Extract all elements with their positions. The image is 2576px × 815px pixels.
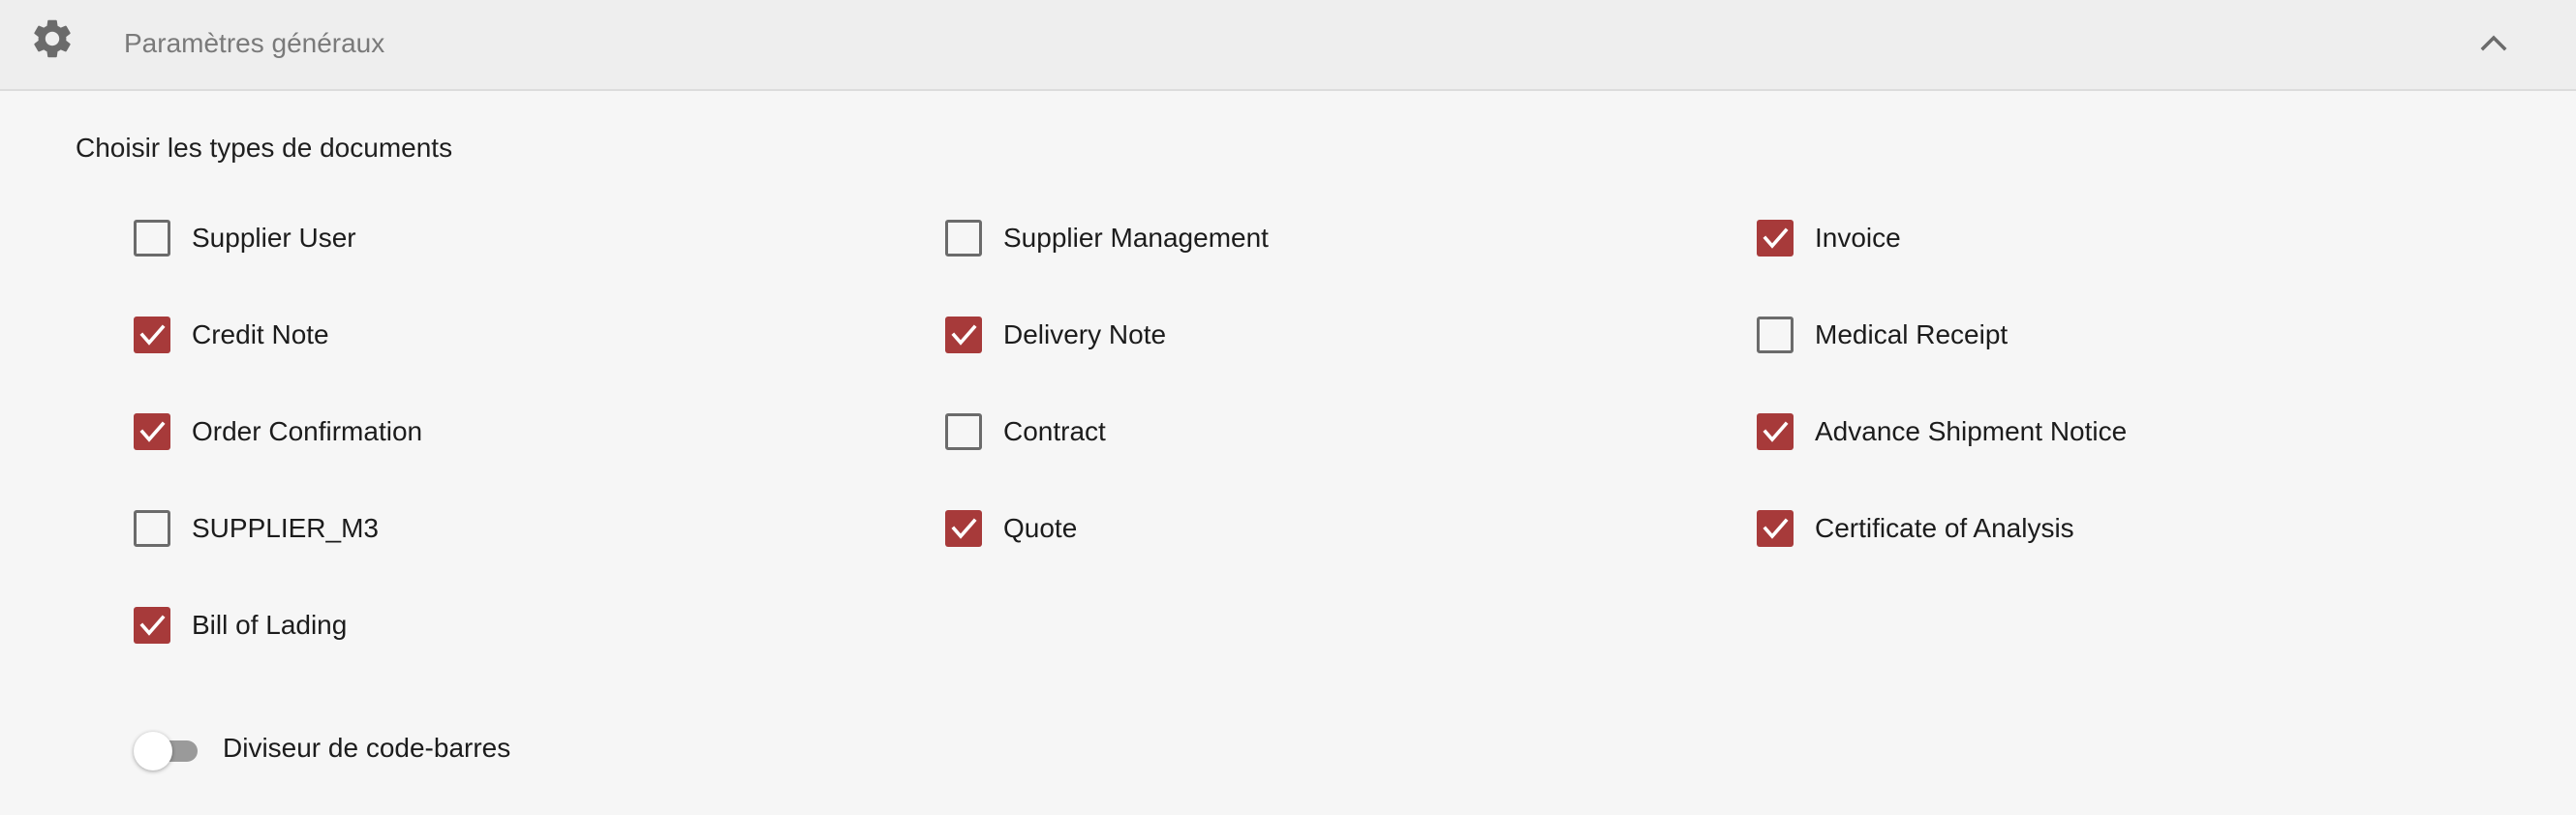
checkbox-unchecked[interactable] bbox=[945, 220, 982, 257]
checkbox-label: Delivery Note bbox=[1003, 319, 1167, 349]
checkbox-label: Contract bbox=[1003, 416, 1106, 446]
checkbox-unchecked[interactable] bbox=[945, 413, 982, 450]
barcode-splitter-toggle[interactable] bbox=[134, 732, 201, 770]
checkbox-label: SUPPLIER_M3 bbox=[192, 513, 379, 543]
checkmark-icon bbox=[139, 421, 166, 442]
gear-icon bbox=[34, 19, 71, 58]
checkbox-label: Advance Shipment Notice bbox=[1815, 416, 2128, 446]
checkbox-item-invoice[interactable]: Invoice bbox=[1757, 219, 1901, 257]
checkbox-checked[interactable] bbox=[134, 607, 170, 644]
checkbox-unchecked[interactable] bbox=[134, 510, 170, 547]
checkbox-label: Bill of Lading bbox=[192, 610, 348, 640]
panel-title: Paramètres généraux bbox=[124, 28, 385, 58]
checkbox-item-certificate-of-analysis[interactable]: Certificate of Analysis bbox=[1757, 509, 2074, 548]
checkbox-checked[interactable] bbox=[134, 413, 170, 450]
checkmark-icon bbox=[1763, 421, 1789, 442]
settings-panel-header[interactable]: Paramètres généraux bbox=[0, 0, 2576, 91]
checkbox-item-bill-of-lading[interactable]: Bill of Lading bbox=[134, 606, 347, 645]
checkmark-icon bbox=[1763, 227, 1789, 249]
checkmark-icon bbox=[1763, 518, 1789, 539]
checkbox-label: Supplier User bbox=[192, 223, 356, 253]
toggle-thumb bbox=[134, 732, 172, 770]
barcode-splitter-label: Diviseur de code-barres bbox=[223, 733, 511, 763]
checkbox-checked[interactable] bbox=[1757, 220, 1794, 257]
checkmark-icon bbox=[139, 324, 166, 346]
checkbox-label: Certificate of Analysis bbox=[1815, 513, 2074, 543]
checkbox-label: Medical Receipt bbox=[1815, 319, 2009, 349]
checkbox-label: Supplier Management bbox=[1003, 223, 1269, 253]
checkbox-unchecked[interactable] bbox=[1757, 317, 1794, 353]
checkbox-label: Quote bbox=[1003, 513, 1078, 543]
checkbox-item-order-confirmation[interactable]: Order Confirmation bbox=[134, 412, 422, 451]
checkmark-icon bbox=[951, 518, 977, 539]
chevron-up-icon[interactable] bbox=[2477, 27, 2510, 60]
checkbox-label: Credit Note bbox=[192, 319, 329, 349]
checkbox-label: Order Confirmation bbox=[192, 416, 423, 446]
checkbox-label: Invoice bbox=[1815, 223, 1901, 253]
checkbox-item-medical-receipt[interactable]: Medical Receipt bbox=[1757, 316, 2008, 354]
checkbox-unchecked[interactable] bbox=[134, 220, 170, 257]
checkbox-item-supplier-management[interactable]: Supplier Management bbox=[945, 219, 1269, 257]
checkmark-icon bbox=[951, 324, 977, 346]
checkbox-item-contract[interactable]: Contract bbox=[945, 412, 1106, 451]
checkbox-item-supplier-m3[interactable]: SUPPLIER_M3 bbox=[134, 509, 379, 548]
checkbox-item-quote[interactable]: Quote bbox=[945, 509, 1077, 548]
checkbox-checked[interactable] bbox=[945, 510, 982, 547]
checkbox-item-delivery-note[interactable]: Delivery Note bbox=[945, 316, 1166, 354]
checkmark-icon bbox=[139, 615, 166, 636]
checkbox-item-credit-note[interactable]: Credit Note bbox=[134, 316, 329, 354]
checkbox-checked[interactable] bbox=[1757, 413, 1794, 450]
section-title: Choisir les types de documents bbox=[76, 133, 453, 163]
checkbox-checked[interactable] bbox=[1757, 510, 1794, 547]
checkbox-item-supplier-user[interactable]: Supplier User bbox=[134, 219, 356, 257]
checkbox-checked[interactable] bbox=[945, 317, 982, 353]
checkbox-item-advance-shipment-notice[interactable]: Advance Shipment Notice bbox=[1757, 412, 2127, 451]
checkbox-checked[interactable] bbox=[134, 317, 170, 353]
